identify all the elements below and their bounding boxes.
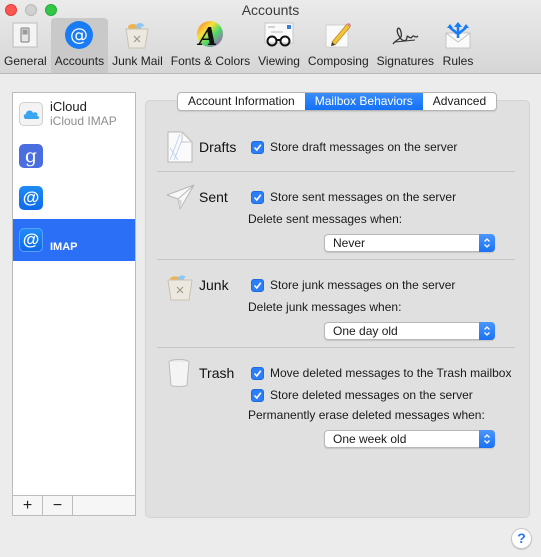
- checkmark-icon: [251, 278, 264, 292]
- pencil-icon: [322, 19, 354, 51]
- title-bar: Accounts General @ Accounts Junk Mail A …: [0, 0, 541, 74]
- toolbar-label: Junk Mail: [112, 54, 163, 68]
- junk-basket-icon: [121, 19, 153, 51]
- toolbar-accounts[interactable]: @ Accounts: [50, 18, 109, 73]
- signature-icon: [389, 19, 421, 51]
- paper-plane-icon: [166, 183, 198, 215]
- account-name: iCloud: [50, 99, 87, 114]
- toolbar-label: Accounts: [54, 54, 105, 68]
- tab-bar: Account Information Mailbox Behaviors Ad…: [177, 92, 498, 111]
- checkbox-label: Store junk messages on the server: [270, 278, 456, 292]
- at-icon: @: [63, 19, 95, 51]
- store-sent-checkbox[interactable]: Store sent messages on the server: [251, 190, 456, 204]
- popup-value: One day old: [333, 324, 398, 338]
- junk-title: Junk: [199, 277, 229, 293]
- at-icon: @: [19, 228, 43, 252]
- google-icon: g: [19, 144, 43, 168]
- svg-text:@: @: [70, 25, 88, 46]
- section-divider: [157, 171, 515, 172]
- tab-mailbox-behaviors[interactable]: Mailbox Behaviors: [304, 93, 423, 110]
- toolbar-label: Signatures: [376, 54, 434, 68]
- store-junk-checkbox[interactable]: Store junk messages on the server: [251, 278, 455, 292]
- drafts-icon: [166, 130, 198, 163]
- checkmark-icon: [251, 140, 264, 154]
- checkmark-icon: [251, 388, 264, 402]
- checkmark-icon: [251, 366, 264, 380]
- list-footer: + −: [13, 495, 135, 515]
- toolbar-signatures[interactable]: Signatures: [373, 18, 438, 73]
- toolbar-label: Rules: [442, 54, 474, 68]
- toolbar-label: General: [4, 54, 47, 68]
- preferences-toolbar: General @ Accounts Junk Mail A Fonts & C…: [0, 18, 478, 74]
- toolbar-label: Composing: [307, 54, 369, 68]
- delete-junk-popup[interactable]: One day old: [324, 322, 495, 340]
- account-type: IMAP: [50, 241, 78, 253]
- toolbar-general[interactable]: General: [0, 18, 51, 73]
- toolbar-fonts-colors[interactable]: A Fonts & Colors: [167, 18, 254, 73]
- tab-advanced[interactable]: Advanced: [423, 93, 496, 110]
- accounts-list: iCloud iCloud IMAP g @ @ IMAP + −: [12, 92, 136, 516]
- popup-value: Never: [333, 236, 366, 250]
- toolbar-label: Fonts & Colors: [170, 54, 251, 68]
- toolbar-viewing[interactable]: Viewing: [254, 18, 304, 73]
- tab-account-information[interactable]: Account Information: [178, 93, 305, 110]
- trash-title: Trash: [199, 365, 235, 381]
- checkbox-label: Move deleted messages to the Trash mailb…: [270, 366, 512, 380]
- delete-sent-label: Delete sent messages when:: [248, 212, 403, 226]
- delete-sent-popup[interactable]: Never: [324, 234, 495, 252]
- glasses-icon: [263, 19, 295, 51]
- window-title: Accounts: [241, 2, 300, 18]
- color-wheel-icon: A: [194, 19, 226, 51]
- toolbar-label: Viewing: [258, 54, 300, 68]
- svg-text:A: A: [197, 22, 218, 50]
- drafts-title: Drafts: [199, 139, 237, 155]
- remove-account-button[interactable]: −: [43, 496, 73, 515]
- junk-basket-icon: [166, 274, 198, 306]
- toolbar-junk-mail[interactable]: Junk Mail: [108, 18, 167, 73]
- section-divider: [157, 259, 515, 260]
- store-drafts-checkbox[interactable]: Store draft messages on the server: [251, 140, 457, 154]
- erase-deleted-label: Permanently erase deleted messages when:: [248, 408, 485, 422]
- account-item-at[interactable]: @: [13, 177, 135, 219]
- delete-junk-label: Delete junk messages when:: [248, 300, 402, 314]
- move-to-trash-checkbox[interactable]: Move deleted messages to the Trash mailb…: [251, 366, 511, 380]
- add-account-button[interactable]: +: [13, 496, 43, 515]
- account-item-icloud[interactable]: iCloud iCloud IMAP: [13, 93, 135, 135]
- sent-title: Sent: [199, 189, 228, 205]
- popup-value: One week old: [333, 432, 407, 446]
- updown-chevron-icon: [479, 234, 495, 252]
- switch-icon: [9, 19, 41, 51]
- section-divider: [157, 347, 515, 348]
- updown-chevron-icon: [479, 322, 495, 340]
- checkbox-label: Store draft messages on the server: [270, 140, 458, 154]
- at-icon: @: [19, 186, 43, 210]
- erase-deleted-popup[interactable]: One week old: [324, 430, 495, 448]
- icloud-icon: [19, 102, 43, 126]
- checkbox-label: Store deleted messages on the server: [270, 388, 473, 402]
- rules-envelope-icon: [442, 19, 474, 51]
- help-button[interactable]: ?: [511, 528, 532, 549]
- account-type: iCloud IMAP: [50, 114, 117, 128]
- toolbar-composing[interactable]: Composing: [304, 18, 373, 73]
- checkbox-label: Store sent messages on the server: [270, 190, 457, 204]
- account-item-imap[interactable]: @ IMAP: [13, 219, 135, 261]
- checkmark-icon: [251, 190, 264, 204]
- toolbar-rules[interactable]: Rules: [438, 18, 478, 73]
- store-deleted-checkbox[interactable]: Store deleted messages on the server: [251, 388, 473, 402]
- trash-can-icon: [166, 358, 198, 390]
- updown-chevron-icon: [479, 430, 495, 448]
- account-item-google[interactable]: g: [13, 135, 135, 177]
